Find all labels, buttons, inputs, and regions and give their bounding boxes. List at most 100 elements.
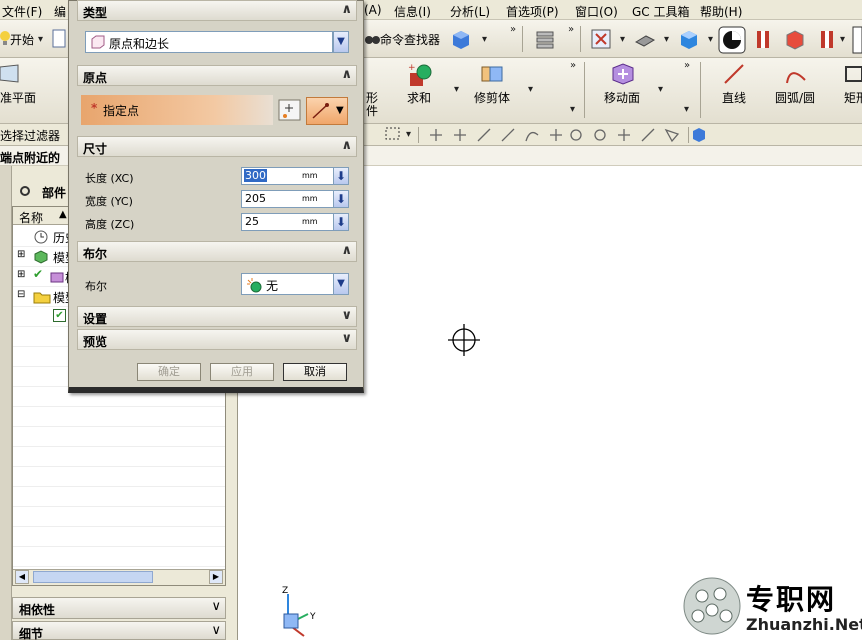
view-dropdown-icon[interactable]: ▾ bbox=[620, 34, 625, 45]
arc-circle-button[interactable]: 圆弧/圆 bbox=[775, 89, 815, 106]
boolean-select[interactable]: 无 bbox=[241, 273, 335, 295]
origin-section-header[interactable]: 原点 ∧ bbox=[77, 65, 357, 86]
fit-view-icon[interactable] bbox=[590, 28, 612, 50]
pin-icon[interactable] bbox=[18, 184, 32, 198]
collapse-icon-3[interactable]: ∧ bbox=[341, 138, 352, 153]
scroll-right-icon[interactable]: ▶ bbox=[209, 570, 223, 584]
section-view-icon[interactable] bbox=[718, 26, 746, 54]
preview-section-header[interactable]: 预览 ∨ bbox=[77, 329, 357, 350]
boolean-section-header[interactable]: 布尔 ∧ bbox=[77, 241, 357, 262]
expand-icon-preview[interactable]: ∨ bbox=[341, 331, 352, 346]
menu-gc-toolbox[interactable]: GC 工具箱 bbox=[632, 3, 690, 20]
blue-cube-filter-icon[interactable] bbox=[690, 126, 708, 144]
point-dropdown-icon[interactable]: ▼ bbox=[336, 105, 344, 116]
shaded-cube-icon[interactable] bbox=[678, 28, 700, 50]
cancel-button[interactable]: 取消 bbox=[283, 363, 347, 381]
trim-body-button[interactable]: 修剪体 bbox=[474, 89, 510, 106]
dimensions-section-header[interactable]: 尺寸 ∧ bbox=[77, 136, 357, 157]
move-face-button[interactable]: 移动面 bbox=[604, 89, 640, 106]
box-select-icon[interactable] bbox=[384, 124, 402, 144]
snap-point-icons[interactable] bbox=[426, 126, 686, 144]
collapse-icon-2[interactable]: ∧ bbox=[341, 67, 352, 82]
menu-file[interactable]: 文件(F) bbox=[2, 3, 42, 20]
type-select[interactable]: 原点和边长 bbox=[85, 31, 333, 53]
line-button[interactable]: 直线 bbox=[722, 89, 746, 106]
toolbar-overflow-icon-3[interactable]: » bbox=[570, 60, 576, 71]
render-dropdown-icon[interactable]: ▾ bbox=[708, 34, 713, 45]
rectangle-icon[interactable] bbox=[844, 64, 862, 84]
datum-plane-icon[interactable] bbox=[0, 64, 20, 84]
unite-icon[interactable]: + bbox=[408, 62, 434, 88]
dependencies-panel[interactable]: 相依性 ∨ bbox=[12, 597, 226, 619]
rectangle-button[interactable]: 矩形 bbox=[844, 89, 862, 106]
specify-point-row[interactable]: * 指定点 bbox=[81, 95, 273, 125]
expand-icon[interactable]: ⊞ bbox=[17, 249, 25, 260]
type-section-header[interactable]: 类型 ∧ bbox=[77, 0, 357, 21]
collapse-icon-4[interactable]: ∧ bbox=[341, 243, 352, 258]
layer-stack-icon[interactable] bbox=[534, 28, 556, 50]
type-dropdown-icon[interactable]: ▼ bbox=[333, 31, 349, 53]
inferred-point-button[interactable]: ▼ bbox=[306, 97, 348, 125]
checkbox-icon[interactable]: ✔ bbox=[53, 309, 66, 322]
start-button[interactable]: 开始 bbox=[10, 31, 34, 48]
scroll-left-icon[interactable]: ◀ bbox=[15, 570, 29, 584]
toolbar-overflow-icon-2[interactable]: » bbox=[568, 24, 574, 35]
selection-filter-label[interactable]: 选择过滤器 bbox=[0, 127, 60, 144]
length-options-icon[interactable]: ⬇ bbox=[333, 167, 349, 185]
height-options-icon[interactable]: ⬇ bbox=[333, 213, 349, 231]
collapse-icon[interactable]: ⊟ bbox=[17, 289, 25, 300]
point-dialog-icon[interactable] bbox=[278, 99, 302, 121]
type-value: 原点和边长 bbox=[109, 37, 170, 51]
red-cylinder-icon[interactable] bbox=[752, 28, 774, 50]
toolbar-overflow-icon-4[interactable]: » bbox=[684, 60, 690, 71]
column-name[interactable]: 名称 bbox=[19, 209, 43, 226]
width-options-icon[interactable]: ⬇ bbox=[333, 190, 349, 208]
length-input[interactable]: 300 mm bbox=[241, 167, 335, 185]
unite-dropdown-icon[interactable]: ▾ bbox=[454, 84, 459, 95]
ok-button[interactable]: 确定 bbox=[137, 363, 201, 381]
trim-dropdown-icon[interactable]: ▾ bbox=[528, 84, 533, 95]
apply-button[interactable]: 应用 bbox=[210, 363, 274, 381]
red-box-icon-2[interactable] bbox=[816, 28, 838, 50]
cube-dropdown-icon[interactable]: ▾ bbox=[482, 34, 487, 45]
toolbar-more-icon[interactable]: ▾ bbox=[570, 104, 575, 115]
details-panel[interactable]: 细节 ∨ bbox=[12, 621, 226, 641]
red-box-icon[interactable] bbox=[784, 28, 806, 50]
expand-icon[interactable]: ⊞ bbox=[17, 269, 25, 280]
line-icon[interactable] bbox=[722, 62, 746, 86]
unite-button[interactable]: 求和 bbox=[407, 89, 431, 106]
menu-preferences[interactable]: 首选项(P) bbox=[506, 3, 559, 20]
new-file-icon[interactable] bbox=[52, 29, 68, 49]
menu-analysis[interactable]: 分析(L) bbox=[450, 3, 490, 20]
toolbar-dropdown-icon[interactable]: ▾ bbox=[840, 34, 845, 45]
expand-icon-settings[interactable]: ∨ bbox=[341, 308, 352, 323]
menu-help[interactable]: 帮助(H) bbox=[700, 3, 742, 20]
settings-section-header[interactable]: 设置 ∨ bbox=[77, 306, 357, 327]
expand-chevron-icon-2[interactable]: ∨ bbox=[211, 623, 221, 638]
scroll-thumb[interactable] bbox=[33, 571, 153, 583]
select-dropdown-icon[interactable]: ▾ bbox=[406, 129, 411, 140]
orient-view-icon[interactable] bbox=[634, 28, 656, 50]
menu-window[interactable]: 窗口(O) bbox=[575, 3, 618, 20]
arc-circle-icon[interactable] bbox=[784, 62, 808, 86]
horizontal-scrollbar[interactable]: ◀ ▶ bbox=[13, 569, 225, 585]
collapse-icon[interactable]: ∧ bbox=[341, 2, 352, 17]
toolbar-more-icon-2[interactable]: ▾ bbox=[684, 104, 689, 115]
move-face-dropdown-icon[interactable]: ▾ bbox=[658, 84, 663, 95]
menu-info[interactable]: 信息(I) bbox=[394, 3, 431, 20]
boolean-dropdown-icon[interactable]: ▼ bbox=[333, 273, 349, 295]
sort-ascending-icon[interactable]: ▲ bbox=[59, 209, 67, 220]
width-input[interactable]: 205 mm bbox=[241, 190, 335, 208]
edge-icon[interactable] bbox=[852, 26, 862, 54]
orient-dropdown-icon[interactable]: ▾ bbox=[664, 34, 669, 45]
move-face-icon[interactable] bbox=[610, 62, 636, 86]
menu-analysis-a[interactable]: (A) bbox=[364, 3, 382, 17]
menu-edit[interactable]: 编 bbox=[54, 3, 66, 20]
expand-chevron-icon[interactable]: ∨ bbox=[211, 599, 221, 614]
solid-cube-icon[interactable] bbox=[450, 28, 472, 50]
command-finder-button[interactable]: 命令查找器 bbox=[380, 31, 440, 48]
toolbar-overflow-icon[interactable]: » bbox=[510, 24, 516, 35]
height-input[interactable]: 25 mm bbox=[241, 213, 335, 231]
start-dropdown-icon[interactable]: ▾ bbox=[38, 34, 43, 45]
trim-body-icon[interactable] bbox=[480, 64, 506, 86]
